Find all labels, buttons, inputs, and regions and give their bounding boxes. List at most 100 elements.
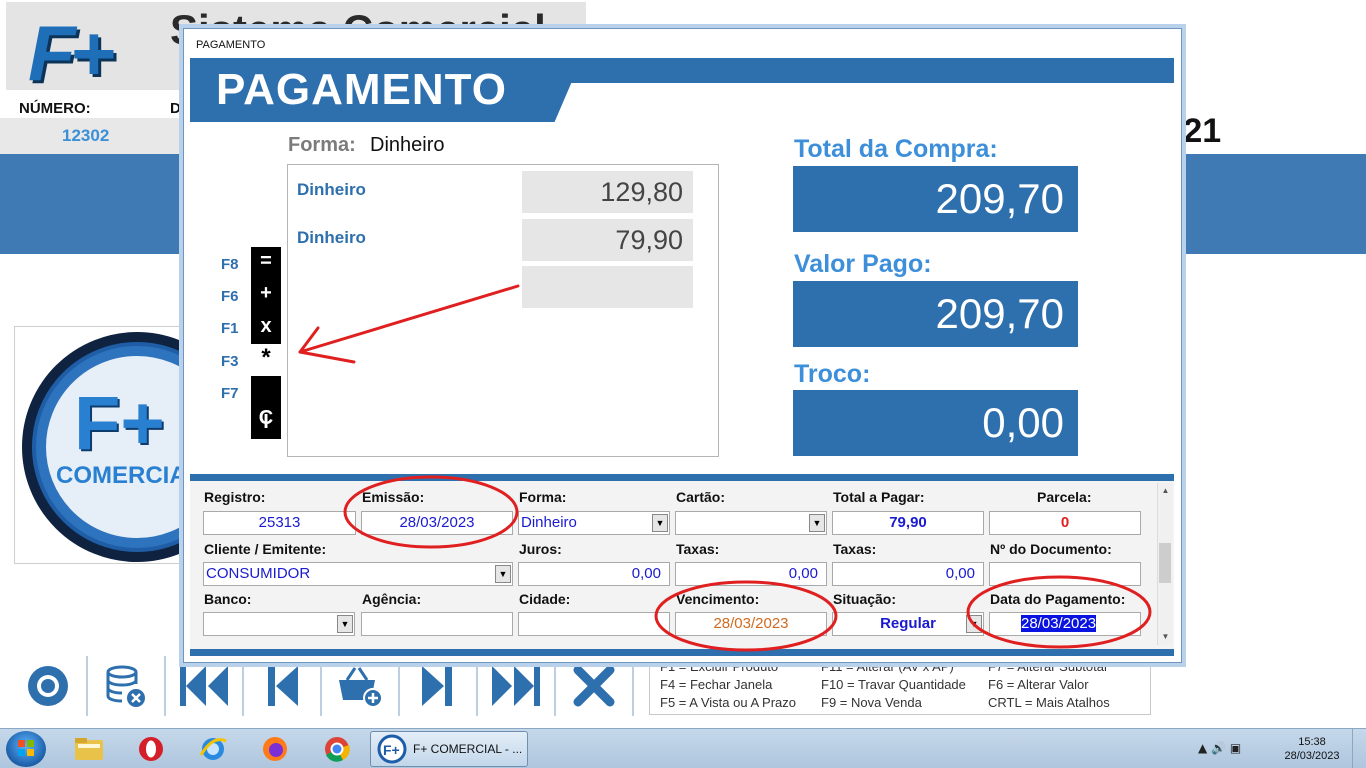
numero-label: NÚMERO: [19, 100, 91, 117]
chevron-down-icon[interactable]: ▼ [495, 565, 511, 583]
taskbar-app-label: F+ COMERCIAL - ... [413, 742, 523, 756]
cidade-field[interactable] [518, 612, 670, 636]
numero-value: 12302 [62, 126, 110, 145]
fkey-f7: F7 [221, 385, 239, 402]
taxas-field-1[interactable]: 0,00 [675, 562, 827, 586]
shortcut-f4: F4 = Fechar Janela [660, 677, 773, 692]
chevron-down-icon[interactable]: ▼ [337, 615, 353, 633]
valor-pago-value: 209,70 [793, 281, 1078, 347]
total-compra-value: 209,70 [793, 166, 1078, 232]
scroll-up-icon[interactable]: ▲ [1158, 483, 1173, 498]
network-icon[interactable]: ▣ [1230, 741, 1241, 755]
op-equals[interactable]: = [251, 250, 281, 273]
taskbar-app-f-comercial[interactable]: F+ F+ COMERCIAL - ... [370, 731, 528, 767]
payment-name-1: Dinheiro [297, 180, 366, 199]
shortcut-ctrl: CRTL = Mais Atalhos [988, 695, 1110, 710]
situacao-label: Situação: [833, 591, 897, 607]
cartao-label: Cartão: [676, 489, 726, 505]
file-explorer-icon[interactable] [72, 734, 106, 764]
cliente-select[interactable]: CONSUMIDOR ▼ [203, 562, 513, 586]
chevron-down-icon[interactable]: ▼ [966, 615, 982, 633]
emissao-label: Emissão: [362, 489, 425, 505]
op-star[interactable]: * [251, 344, 281, 376]
valor-pago-label: Valor Pago: [794, 250, 932, 278]
scroll-down-icon[interactable]: ▼ [1158, 629, 1173, 644]
data-pagamento-field[interactable]: 28/03/2023 [989, 612, 1141, 636]
cidade-label: Cidade: [519, 591, 571, 607]
juros-field[interactable]: 0,00 [518, 562, 670, 586]
system-tray[interactable]: ▲ 🔊 ▣ [1198, 741, 1241, 755]
first-icon [180, 666, 228, 706]
total-pagar-field[interactable]: 79,90 [832, 511, 984, 535]
data-pagamento-value: 28/03/2023 [1021, 615, 1097, 632]
cliente-label: Cliente / Emitente: [204, 541, 327, 557]
chevron-down-icon[interactable]: ▼ [652, 514, 668, 532]
troco-value: 0,00 [793, 390, 1078, 456]
tray-clock[interactable]: 15:38 28/03/2023 [1282, 735, 1342, 763]
forma-pagamento-value: Dinheiro [521, 514, 577, 531]
last-record-button[interactable] [478, 656, 556, 716]
cd-button[interactable] [10, 656, 88, 716]
previous-record-button[interactable] [244, 656, 322, 716]
company-logo-text: COMERCIAL [56, 462, 202, 489]
fkey-f8: F8 [221, 256, 239, 273]
internet-explorer-icon[interactable] [196, 734, 230, 764]
svg-text:F+: F+ [383, 742, 400, 758]
start-button[interactable] [6, 731, 46, 767]
tray-date: 28/03/2023 [1284, 750, 1340, 762]
add-to-basket-button[interactable] [322, 656, 400, 716]
cd-icon [28, 666, 68, 706]
num-documento-label: Nº do Documento: [990, 541, 1112, 557]
payment-value-2[interactable]: 79,90 [522, 219, 693, 261]
op-plus[interactable]: + [251, 282, 281, 305]
data-pagamento-label: Data do Pagamento: [990, 591, 1126, 607]
banco-select[interactable]: ▼ [203, 612, 355, 636]
chrome-icon[interactable] [320, 734, 354, 764]
show-desktop-button[interactable] [1352, 729, 1366, 768]
taxas-field-2[interactable]: 0,00 [832, 562, 984, 586]
last-icon [492, 666, 540, 706]
vencimento-field[interactable]: 28/03/2023 [675, 612, 827, 636]
situacao-select[interactable]: Regular ▼ [832, 612, 984, 636]
emissao-field[interactable]: 28/03/2023 [361, 511, 513, 535]
d-label: D [170, 100, 181, 117]
form-scrollbar[interactable]: ▲ ▼ [1157, 483, 1172, 645]
op-multiply[interactable]: x [251, 315, 281, 338]
opera-icon[interactable] [134, 734, 168, 764]
tray-time: 15:38 [1298, 736, 1326, 748]
forma-pagamento-select[interactable]: Dinheiro ▼ [518, 511, 670, 535]
parcela-field[interactable]: 0 [989, 511, 1141, 535]
close-x-icon [573, 665, 615, 707]
next-icon [422, 666, 452, 706]
chevron-down-icon[interactable]: ▼ [809, 514, 825, 532]
tray-expand-icon[interactable]: ▲ [1198, 741, 1207, 755]
banco-label: Banco: [204, 591, 252, 607]
scroll-thumb[interactable] [1159, 543, 1171, 583]
taskbar: F+ F+ COMERCIAL - ... ▲ 🔊 ▣ 15:38 28/03/… [0, 728, 1366, 768]
first-record-button[interactable] [166, 656, 244, 716]
cartao-select[interactable]: ▼ [675, 511, 827, 535]
forma-value: Dinheiro [370, 134, 445, 156]
registro-field[interactable]: 25313 [203, 511, 356, 535]
next-record-button[interactable] [400, 656, 478, 716]
close-sale-button[interactable] [556, 656, 634, 716]
fkey-f3: F3 [221, 353, 239, 370]
dialog-title: PAGAMENTO [196, 39, 266, 51]
num-documento-field[interactable] [989, 562, 1141, 586]
shortcut-f5: F5 = A Vista ou A Prazo [660, 695, 796, 710]
agencia-field[interactable] [361, 612, 513, 636]
forma-label: Forma: [288, 134, 356, 156]
shortcut-f9: F9 = Nova Venda [821, 695, 922, 710]
payment-value-input[interactable] [522, 266, 693, 308]
volume-icon[interactable]: 🔊 [1211, 741, 1226, 755]
registro-label: Registro: [204, 489, 266, 505]
taxas-label-1: Taxas: [676, 541, 720, 557]
previous-icon [268, 666, 298, 706]
database-remove-icon [106, 665, 145, 707]
basket-add-icon [339, 667, 383, 708]
firefox-icon[interactable] [258, 734, 292, 764]
op-i[interactable]: I [251, 411, 281, 434]
company-logo-mark: F+ [74, 381, 165, 466]
payment-value-1[interactable]: 129,80 [522, 171, 693, 213]
database-remove-button[interactable] [88, 656, 166, 716]
